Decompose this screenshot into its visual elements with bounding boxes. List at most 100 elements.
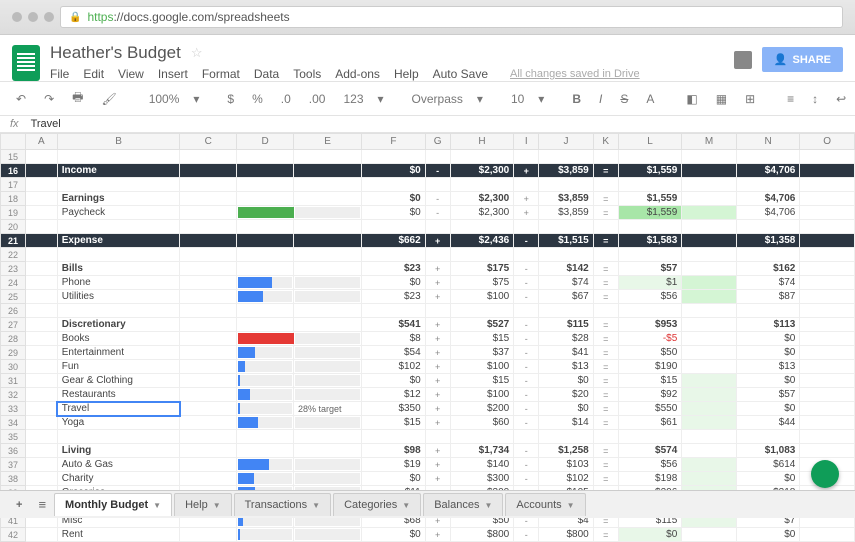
row-header[interactable]: 37	[1, 458, 26, 472]
comments-icon[interactable]	[734, 51, 752, 69]
cell[interactable]: $100	[450, 360, 514, 374]
cell[interactable]: Yoga	[57, 416, 180, 430]
cell[interactable]: $0	[362, 276, 426, 290]
cell[interactable]	[800, 416, 855, 430]
cell[interactable]	[362, 178, 426, 192]
merge-icon[interactable]: ⊞	[741, 90, 759, 108]
cell[interactable]: Rent	[57, 528, 180, 542]
cell[interactable]	[800, 388, 855, 402]
cell[interactable]	[180, 234, 237, 248]
cell[interactable]	[237, 262, 294, 276]
cell[interactable]	[425, 248, 450, 262]
cell[interactable]	[293, 388, 361, 402]
row-header[interactable]: 22	[1, 248, 26, 262]
cell[interactable]	[682, 346, 737, 360]
cell[interactable]: $1,559	[618, 192, 682, 206]
cell[interactable]	[293, 262, 361, 276]
cell[interactable]: -	[514, 402, 539, 416]
cell[interactable]: Restaurants	[57, 388, 180, 402]
cell[interactable]: $1	[618, 276, 682, 290]
cell[interactable]: 👤	[237, 402, 294, 416]
cell[interactable]	[25, 164, 57, 178]
cell[interactable]: $15	[450, 374, 514, 388]
cell[interactable]	[180, 346, 237, 360]
fill-color-icon[interactable]: ◧	[682, 90, 701, 108]
cell[interactable]: $0	[736, 472, 800, 486]
cell[interactable]	[237, 150, 294, 164]
cell[interactable]	[57, 178, 180, 192]
cell[interactable]	[362, 248, 426, 262]
row-header[interactable]: 21	[1, 234, 26, 248]
cell[interactable]: $0	[736, 332, 800, 346]
cell[interactable]: -	[514, 444, 539, 458]
cell[interactable]	[800, 332, 855, 346]
cell[interactable]: $8	[362, 332, 426, 346]
cell[interactable]	[618, 178, 682, 192]
cell[interactable]	[593, 430, 618, 444]
cell[interactable]	[293, 416, 361, 430]
row-header[interactable]: 17	[1, 178, 26, 192]
cell[interactable]	[293, 360, 361, 374]
cell[interactable]: $19	[362, 458, 426, 472]
cell[interactable]	[682, 388, 737, 402]
cell[interactable]: -	[514, 360, 539, 374]
cell[interactable]	[800, 318, 855, 332]
cell[interactable]: Phone	[57, 276, 180, 290]
cell[interactable]	[57, 220, 180, 234]
cell[interactable]: $200	[450, 402, 514, 416]
print-icon[interactable]: 🖶	[68, 86, 87, 111]
menu-tools[interactable]: Tools	[293, 67, 321, 81]
cell[interactable]	[425, 220, 450, 234]
cell[interactable]	[682, 290, 737, 304]
cell[interactable]	[237, 192, 294, 206]
cell[interactable]	[800, 304, 855, 318]
cell[interactable]	[293, 332, 361, 346]
cell[interactable]	[180, 290, 237, 304]
cell[interactable]	[450, 304, 514, 318]
cell[interactable]	[682, 472, 737, 486]
cell[interactable]: +	[425, 388, 450, 402]
cell[interactable]	[237, 332, 294, 346]
cell[interactable]	[25, 290, 57, 304]
cell[interactable]	[514, 430, 539, 444]
row-header[interactable]: 15	[1, 150, 26, 164]
font-select[interactable]: Overpass	[408, 90, 467, 108]
cell[interactable]: $87	[736, 290, 800, 304]
cell[interactable]: $1,515	[539, 234, 594, 248]
cell[interactable]: $92	[618, 388, 682, 402]
cell[interactable]	[180, 164, 237, 178]
cell[interactable]	[682, 276, 737, 290]
cell[interactable]: Travel	[57, 402, 180, 416]
cell[interactable]	[800, 528, 855, 542]
cell[interactable]	[736, 304, 800, 318]
cell[interactable]: $0	[736, 402, 800, 416]
menu-add-ons[interactable]: Add-ons	[335, 67, 380, 81]
cell[interactable]: $102	[362, 360, 426, 374]
cell[interactable]: $0	[362, 192, 426, 206]
cell[interactable]: +	[425, 472, 450, 486]
cell[interactable]	[682, 248, 737, 262]
cell[interactable]	[800, 276, 855, 290]
cell[interactable]: $67	[539, 290, 594, 304]
cell[interactable]	[593, 150, 618, 164]
cell[interactable]	[237, 276, 294, 290]
cell[interactable]: $3,859	[539, 206, 594, 220]
cell[interactable]: $142	[539, 262, 594, 276]
cell[interactable]	[25, 388, 57, 402]
align-icon[interactable]: ≡	[783, 90, 798, 108]
cell[interactable]: $28	[539, 332, 594, 346]
column-header[interactable]: D	[237, 134, 294, 150]
cell[interactable]	[450, 248, 514, 262]
cell[interactable]	[25, 206, 57, 220]
cell[interactable]: =	[593, 444, 618, 458]
cell[interactable]: $574	[618, 444, 682, 458]
cell[interactable]	[293, 206, 361, 220]
cell[interactable]: $56	[618, 290, 682, 304]
cell[interactable]	[736, 150, 800, 164]
tab-dropdown-icon[interactable]: ▼	[153, 501, 161, 510]
cell[interactable]: $1,083	[736, 444, 800, 458]
cell[interactable]: $662	[362, 234, 426, 248]
cell[interactable]	[362, 304, 426, 318]
cell[interactable]: +	[425, 318, 450, 332]
cell[interactable]	[514, 150, 539, 164]
